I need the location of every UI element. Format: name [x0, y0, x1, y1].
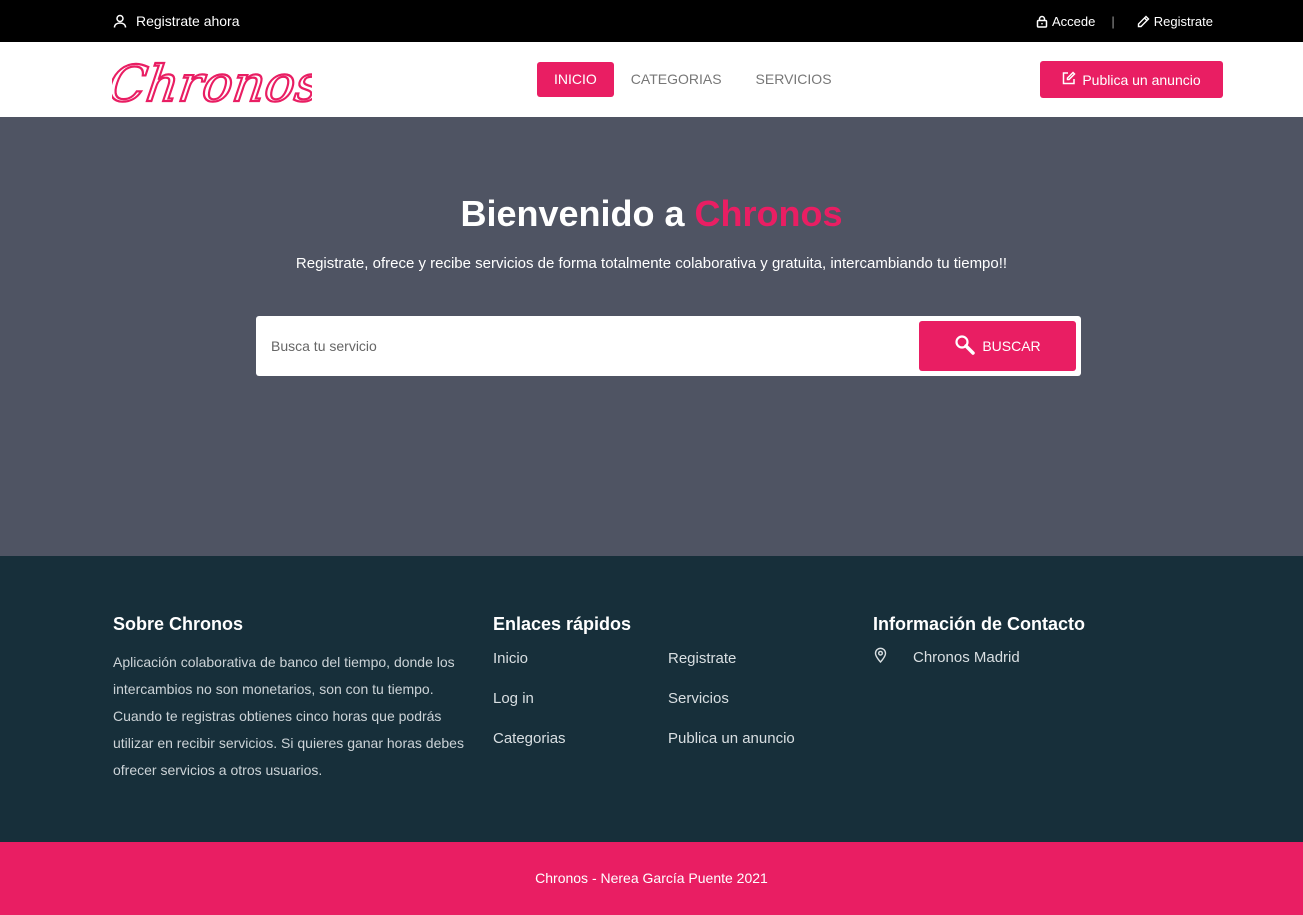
lock-icon — [1036, 15, 1048, 28]
footer-link-publica[interactable]: Publica un anuncio — [668, 729, 843, 769]
svg-text:Chronos: Chronos — [112, 54, 312, 113]
footer-about: Sobre Chronos Aplicación colaborativa de… — [113, 614, 468, 784]
copyright-text: Chronos - Nerea García Puente 2021 — [535, 870, 768, 886]
login-link[interactable]: Accede — [1036, 14, 1095, 29]
contact-location: Chronos Madrid — [873, 647, 1203, 667]
footer-link-login[interactable]: Log in — [493, 689, 668, 729]
footer-link-categorias[interactable]: Categorias — [493, 729, 668, 769]
main-nav: INICIO CATEGORIAS SERVICIOS — [537, 62, 849, 97]
user-icon — [112, 13, 128, 29]
hero-section: Bienvenido a Chronos Registrate, ofrece … — [0, 117, 1303, 556]
main-navbar: Chronos INICIO CATEGORIAS SERVICIOS Publ… — [0, 42, 1303, 117]
pencil-icon — [1137, 15, 1150, 28]
footer-link-registrate[interactable]: Registrate — [668, 649, 843, 689]
search-icon — [954, 334, 976, 359]
map-pin-icon — [873, 647, 887, 667]
search-input[interactable] — [256, 316, 916, 376]
search-box: BUSCAR — [256, 316, 1081, 376]
nav-item-categorias[interactable]: CATEGORIAS — [614, 62, 739, 97]
chronos-logo[interactable]: Chronos — [103, 46, 326, 116]
hero-title-accent: Chronos — [694, 193, 843, 234]
footer-link-inicio[interactable]: Inicio — [493, 649, 668, 689]
search-button[interactable]: BUSCAR — [919, 321, 1076, 371]
hero-title: Bienvenido a Chronos — [0, 193, 1303, 235]
publish-ad-button[interactable]: Publica un anuncio — [1040, 61, 1223, 98]
top-bar: Registrate ahora Accede | Registrate — [0, 0, 1303, 42]
register-now-label: Registrate ahora — [136, 13, 240, 29]
register-label: Registrate — [1153, 13, 1213, 29]
publish-ad-label: Publica un anuncio — [1082, 71, 1201, 88]
footer-about-title: Sobre Chronos — [113, 614, 244, 634]
contact-location-text: Chronos Madrid — [913, 648, 1020, 666]
hero-title-prefix: Bienvenido a — [460, 193, 695, 234]
footer-contact: Información de Contacto Chronos Madrid — [873, 614, 1203, 667]
register-now-link[interactable]: Registrate ahora — [112, 0, 240, 42]
register-link[interactable]: Registrate — [1137, 14, 1213, 29]
search-button-label: BUSCAR — [982, 338, 1041, 354]
topbar-separator: | — [1111, 13, 1115, 29]
footer-quick-links: Enlaces rápidos Inicio Registrate Log in… — [493, 614, 853, 769]
footer-link-servicios[interactable]: Servicios — [668, 689, 843, 729]
login-label: Accede — [1051, 13, 1096, 29]
edit-square-icon — [1062, 71, 1076, 88]
footer: Sobre Chronos Aplicación colaborativa de… — [0, 556, 1303, 842]
bottom-bar: Chronos - Nerea García Puente 2021 — [0, 842, 1303, 915]
nav-item-servicios[interactable]: SERVICIOS — [739, 62, 849, 97]
footer-links-title: Enlaces rápidos — [493, 614, 632, 634]
hero-subtitle: Registrate, ofrece y recibe servicios de… — [295, 255, 1008, 272]
nav-item-inicio[interactable]: INICIO — [537, 62, 614, 97]
footer-about-text: Aplicación colaborativa de banco del tie… — [113, 654, 464, 778]
footer-contact-title: Información de Contacto — [873, 614, 1086, 634]
